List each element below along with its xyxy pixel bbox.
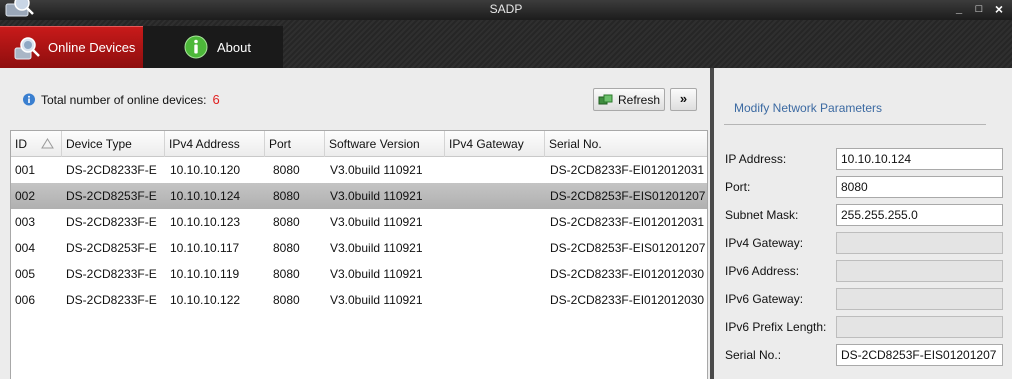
- cell-port: 8080: [273, 267, 300, 281]
- cell-serial-no: DS-2CD8253F-EIS01201207: [550, 189, 706, 203]
- close-button[interactable]: ×: [992, 2, 1006, 16]
- refresh-label: Refresh: [617, 92, 661, 107]
- maximize-button[interactable]: □: [972, 2, 986, 16]
- refresh-icon: [598, 94, 613, 104]
- ipv6-prefix-length-label: IPv6 Prefix Length:: [725, 320, 827, 334]
- cell-software-version: V3.0build 110921: [330, 189, 423, 203]
- info-bubble-icon: [23, 93, 35, 105]
- cell-software-version: V3.0build 110921: [330, 293, 423, 307]
- subnet-mask-field[interactable]: [836, 204, 1003, 226]
- cell-ipv4-gateway: [450, 157, 546, 183]
- ipv4-gateway-label: IPv4 Gateway:: [725, 236, 804, 250]
- cell-device-type: DS-2CD8233F-E: [66, 267, 157, 281]
- ipv6-address-label: IPv6 Address:: [725, 264, 800, 278]
- panel-title: Modify Network Parameters: [734, 101, 883, 115]
- cell-ipv4-address: 10.10.10.122: [170, 293, 241, 307]
- ipv6-address-field[interactable]: [836, 260, 1003, 282]
- cell-port: 8080: [273, 293, 300, 307]
- cell-id: 001: [15, 163, 36, 177]
- cell-software-version: V3.0build 110921: [330, 163, 423, 177]
- tab-online-devices-label: Online Devices: [48, 40, 136, 55]
- info-icon: [184, 35, 208, 59]
- column-header-port[interactable]: Port: [265, 131, 325, 157]
- cell-ipv4-gateway: [450, 209, 546, 235]
- table-row[interactable]: 003 DS-2CD8233F-E 10.10.10.123 8080 V3.0buil…: [11, 209, 707, 235]
- ipv6-prefix-length-field[interactable]: [836, 316, 1003, 338]
- subnet-mask-label: Subnet Mask:: [725, 208, 799, 222]
- cell-id: 004: [15, 241, 36, 255]
- table-row[interactable]: 001 DS-2CD8233F-E 10.10.10.120 8080 V3.0buil…: [11, 157, 707, 183]
- device-count-label: Total number of online devices:: [41, 92, 207, 107]
- cell-device-type: DS-2CD8253F-E: [66, 241, 157, 255]
- tab-bar: Online Devices About: [0, 20, 1012, 68]
- cell-port: 8080: [273, 163, 300, 177]
- serial-no-field[interactable]: [836, 344, 1003, 366]
- serial-no-label: Serial No.:: [725, 348, 782, 362]
- magnifier-computer-icon: [14, 36, 40, 59]
- ipv6-gateway-label: IPv6 Gateway:: [725, 292, 804, 306]
- cell-port: 8080: [273, 215, 300, 229]
- column-header-id[interactable]: ID: [11, 131, 62, 157]
- cell-id: 002: [15, 189, 36, 203]
- cell-id: 006: [15, 293, 36, 307]
- modify-network-panel: Modify Network Parameters IP Address: Por…: [714, 68, 1012, 379]
- cell-port: 8080: [273, 189, 300, 203]
- cell-ipv4-address: 10.10.10.120: [170, 163, 241, 177]
- cell-serial-no: DS-2CD8233F-EI012012030: [550, 267, 705, 281]
- table-row[interactable]: 002 DS-2CD8253F-E 10.10.10.124 8080 V3.0buil…: [11, 183, 707, 209]
- tab-online-devices[interactable]: Online Devices: [0, 26, 143, 68]
- minimize-button[interactable]: _: [952, 2, 966, 16]
- expand-panel-button[interactable]: »: [670, 88, 697, 111]
- port-field[interactable]: [836, 176, 1003, 198]
- cell-software-version: V3.0build 110921: [330, 241, 423, 255]
- port-label: Port:: [725, 180, 751, 194]
- ip-address-field[interactable]: [836, 148, 1003, 170]
- cell-ipv4-gateway: [450, 261, 546, 287]
- device-list-panel: Total number of online devices: 6 Refres…: [0, 68, 710, 379]
- column-header-ipv4-gateway[interactable]: IPv4 Gateway: [445, 131, 545, 157]
- window-title: SADP: [489, 2, 523, 16]
- cell-ipv4-gateway: [450, 235, 546, 261]
- cell-device-type: DS-2CD8233F-E: [66, 215, 157, 229]
- table-row[interactable]: 006 DS-2CD8233F-E 10.10.10.122 8080 V3.0buil…: [11, 287, 707, 313]
- cell-serial-no: DS-2CD8233F-EI012012031: [550, 215, 705, 229]
- column-header-device-type[interactable]: Device Type: [62, 131, 165, 157]
- tab-about[interactable]: About: [143, 26, 283, 68]
- cell-port: 8080: [273, 241, 300, 255]
- cell-device-type: DS-2CD8253F-E: [66, 189, 157, 203]
- cell-ipv4-gateway: [450, 287, 546, 313]
- column-header-serial-no[interactable]: Serial No.: [545, 131, 707, 157]
- cell-device-type: DS-2CD8233F-E: [66, 163, 157, 177]
- column-header-software-version[interactable]: Software Version: [325, 131, 445, 157]
- cell-serial-no: DS-2CD8233F-EI012012031: [550, 163, 705, 177]
- cell-id: 003: [15, 215, 36, 229]
- table-header: ID Device Type IPv4 Address Port Softwar…: [11, 131, 707, 157]
- table-row[interactable]: 005 DS-2CD8233F-E 10.10.10.119 8080 V3.0buil…: [11, 261, 707, 287]
- cell-ipv4-address: 10.10.10.123: [170, 215, 241, 229]
- cell-ipv4-address: 10.10.10.119: [170, 267, 240, 281]
- column-header-ipv4-address[interactable]: IPv4 Address: [165, 131, 265, 157]
- cell-serial-no: DS-2CD8253F-EIS01201207: [550, 241, 706, 255]
- ip-address-label: IP Address:: [725, 152, 787, 166]
- divider: [724, 124, 986, 125]
- device-count: Total number of online devices: 6: [22, 92, 220, 107]
- tab-about-label: About: [217, 39, 251, 55]
- cell-software-version: V3.0build 110921: [330, 215, 423, 229]
- cell-ipv4-address: 10.10.10.117: [170, 241, 240, 255]
- ipv4-gateway-field[interactable]: [836, 232, 1003, 254]
- device-count-value: 6: [212, 92, 220, 107]
- cell-software-version: V3.0build 110921: [330, 267, 423, 281]
- cell-serial-no: DS-2CD8233F-EI012012030: [550, 293, 705, 307]
- ipv6-gateway-field[interactable]: [836, 288, 1003, 310]
- cell-device-type: DS-2CD8233F-E: [66, 293, 157, 307]
- title-bar: SADP _ □ ×: [0, 0, 1012, 20]
- cell-id: 005: [15, 267, 36, 281]
- sort-ascending-icon: [41, 138, 54, 149]
- refresh-button[interactable]: Refresh: [593, 88, 665, 111]
- cell-ipv4-address: 10.10.10.124: [170, 189, 241, 203]
- table-row[interactable]: 004 DS-2CD8253F-E 10.10.10.117 8080 V3.0buil…: [11, 235, 707, 261]
- device-table: ID Device Type IPv4 Address Port Softwar…: [10, 130, 708, 379]
- cell-ipv4-gateway: [450, 183, 546, 209]
